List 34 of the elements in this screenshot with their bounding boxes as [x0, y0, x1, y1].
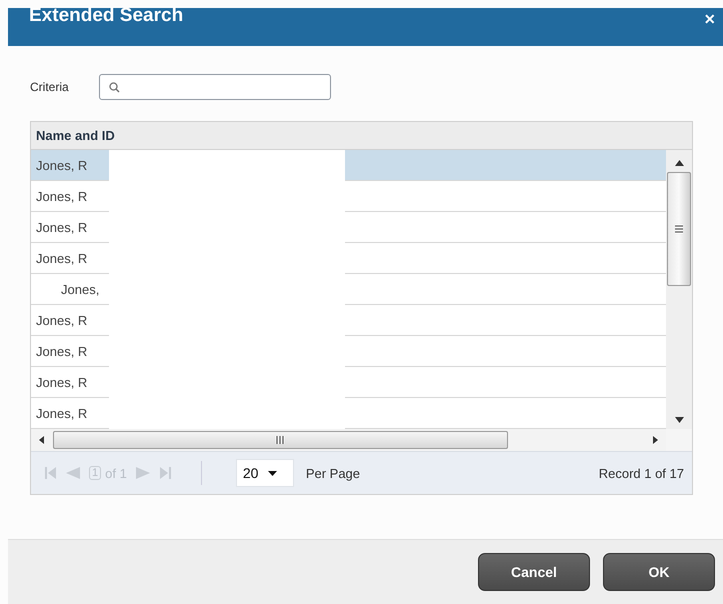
- search-field[interactable]: [98, 74, 331, 100]
- dropdown-caret-icon: [268, 470, 278, 476]
- down-arrow-icon[interactable]: [674, 417, 684, 423]
- previous-page-icon[interactable]: [65, 466, 81, 480]
- scroll-thumb[interactable]: [53, 431, 508, 449]
- cell-text: Jones, R: [36, 188, 88, 204]
- next-page-icon[interactable]: [134, 466, 151, 480]
- scroll-thumb[interactable]: [667, 172, 691, 286]
- up-arrow-icon[interactable]: [674, 160, 684, 166]
- cell-text: Jones, R: [36, 312, 88, 328]
- search-icon: [108, 82, 120, 92]
- column-header[interactable]: Name and ID: [36, 128, 115, 143]
- right-arrow-icon[interactable]: [653, 436, 658, 444]
- cell-text: Jones, R: [36, 406, 88, 420]
- first-page-icon[interactable]: [45, 466, 57, 480]
- vertical-scrollbar[interactable]: [666, 150, 692, 429]
- close-button[interactable]: ×: [704, 10, 715, 28]
- cell-text: Jones, R: [36, 344, 88, 358]
- dialog-title: Extended Search: [29, 6, 184, 26]
- per-page-label: Per Page: [306, 466, 360, 480]
- last-page-icon[interactable]: [158, 466, 171, 480]
- cell-text: Jones, R: [36, 374, 88, 390]
- table-cell[interactable]: Jones, R: [31, 150, 109, 181]
- cell-text: Jones, R: [36, 158, 88, 172]
- left-arrow-icon[interactable]: [39, 436, 44, 444]
- record-count: Record 1 of 17: [598, 466, 684, 480]
- table-cell[interactable]: [345, 150, 666, 181]
- cell-text: Jones, R: [36, 220, 88, 234]
- ok-button[interactable]: OK: [603, 553, 715, 591]
- cell-text: Jones,: [61, 282, 100, 296]
- per-page-dropdown[interactable]: 20: [236, 459, 294, 487]
- cell-text: Jones, R: [36, 250, 88, 266]
- criteria-label: Criteria: [30, 80, 69, 94]
- cancel-button[interactable]: Cancel: [478, 553, 590, 591]
